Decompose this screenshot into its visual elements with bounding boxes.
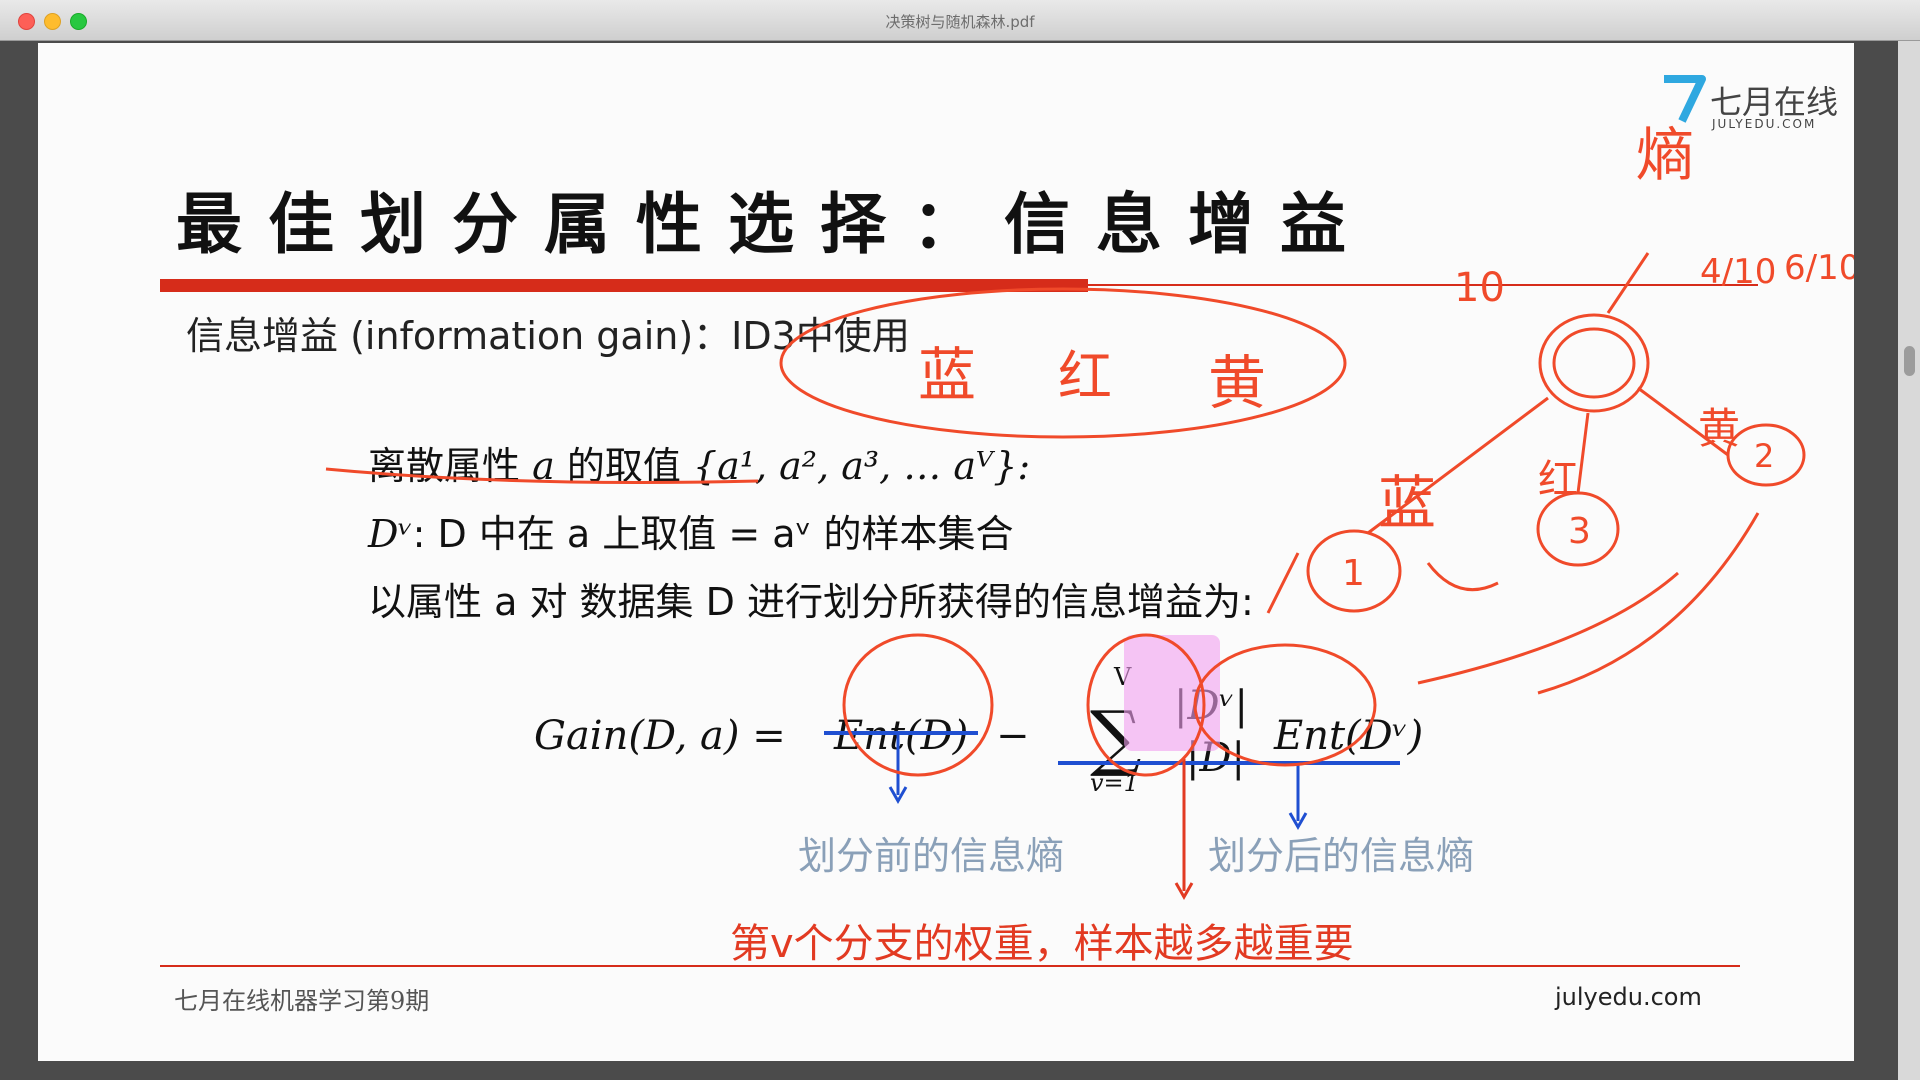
pdf-page: 七月在线 JULYEDU.COM 最佳划分属性选择：信息增益 信息增益 (inf… [38,43,1854,1061]
circle-ent-d [842,633,994,777]
window-titlebar: 决策树与随机森林.pdf [0,0,1920,41]
hw-red-2: 红 [1538,457,1578,503]
hw-frac-a: 4/10 [1700,252,1776,292]
hw-node-1: 1 [1342,553,1365,594]
vertical-scrollbar[interactable] [1898,41,1920,1080]
window-title: 决策树与随机森林.pdf [885,13,1035,31]
hw-red-1: 红 [1058,345,1112,408]
hw-yellow-2: 黄 [1698,404,1740,453]
ink-underline [325,467,759,484]
hw-blue-1: 蓝 [918,341,976,409]
hw-ten: 10 [1454,265,1505,311]
hw-entropy: 熵 [1636,121,1694,189]
hw-frac-b: 6/10 [1784,248,1854,288]
hw-yellow-1: 黄 [1208,349,1266,417]
handwritten-labels: 熵 10 4/10 6/10 蓝 红 黄 蓝 红 黄 1 3 2 [918,121,1854,594]
hw-blue-2: 蓝 [1378,469,1436,537]
hw-node-3: 3 [1568,511,1591,552]
annotation-layer: 熵 10 4/10 6/10 蓝 红 黄 蓝 红 黄 1 3 2 [325,121,1854,901]
hw-node-2: 2 [1754,437,1774,475]
circle-ent-dv [1193,643,1377,767]
scrollbar-thumb[interactable] [1904,346,1915,376]
